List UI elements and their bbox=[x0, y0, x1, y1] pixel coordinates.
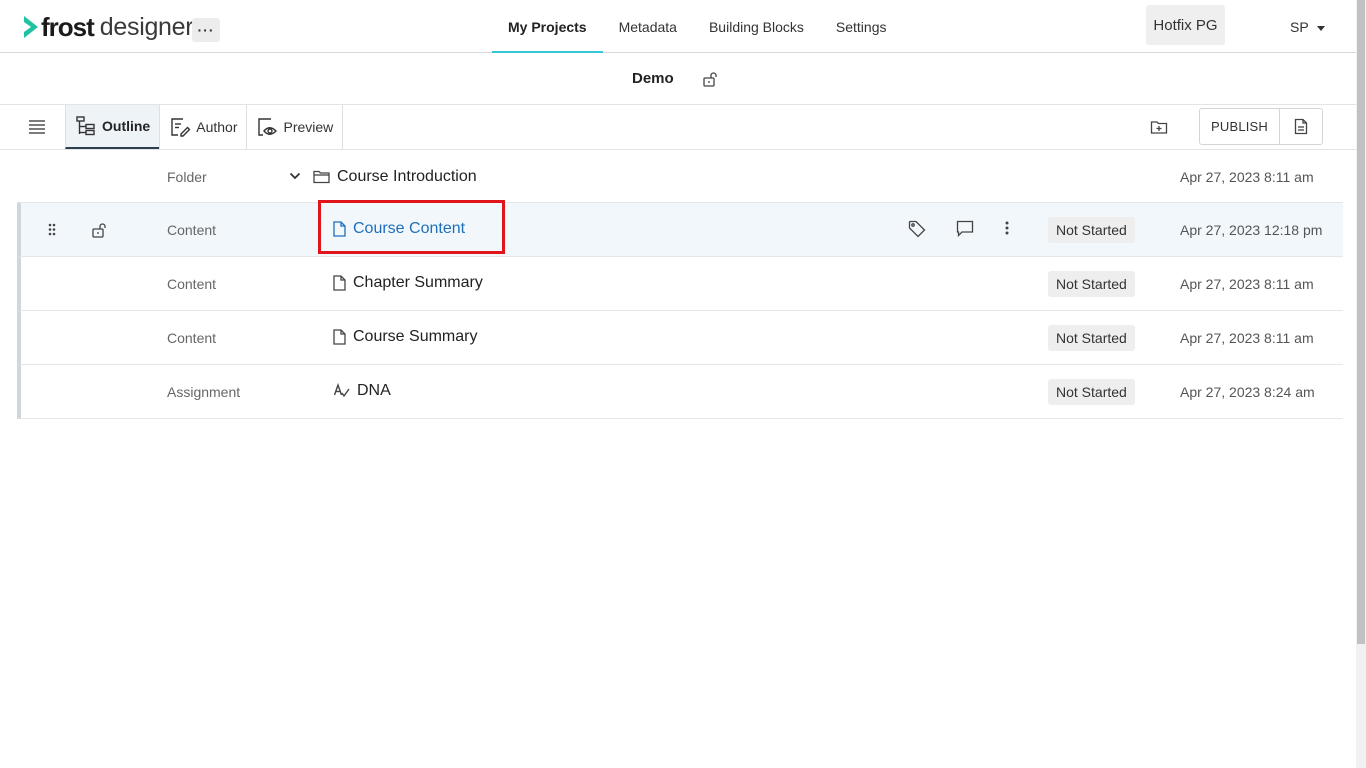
row-type-label: Content bbox=[167, 222, 217, 238]
add-folder-icon[interactable] bbox=[1150, 119, 1168, 140]
caret-down-icon bbox=[1316, 25, 1325, 31]
logo-text-frost: frost bbox=[41, 12, 95, 42]
user-initials: SP bbox=[1290, 19, 1309, 35]
project-title: Demo bbox=[632, 70, 674, 87]
row-type-label: Assignment bbox=[167, 384, 241, 400]
tag-icon[interactable] bbox=[908, 220, 926, 241]
outline-item-row[interactable]: Content Chapter Summary Not Started Apr … bbox=[17, 257, 1343, 311]
editor-toolbar: Outline Author Preview PUBLISH bbox=[0, 105, 1356, 150]
publish-group: PUBLISH bbox=[1199, 108, 1323, 145]
status-badge: Not Started bbox=[1048, 379, 1135, 405]
tab-preview-label: Preview bbox=[283, 119, 334, 135]
main-nav: My Projects Metadata Building Blocks Set… bbox=[492, 0, 903, 53]
row-name[interactable]: Course Introduction bbox=[313, 168, 477, 186]
row-type-label: Folder bbox=[167, 169, 207, 185]
row-date: Apr 27, 2023 12:18 pm bbox=[1180, 222, 1323, 238]
highlight-annotation-box bbox=[318, 200, 505, 254]
drag-handle-icon[interactable] bbox=[48, 223, 56, 239]
row-actions bbox=[908, 220, 1040, 241]
logo-text-designer: designer bbox=[99, 13, 194, 41]
kebab-menu-icon[interactable] bbox=[1004, 220, 1010, 241]
tab-preview[interactable]: Preview bbox=[246, 105, 344, 149]
outline-tree-icon bbox=[76, 116, 95, 136]
status-badge: Not Started bbox=[1048, 325, 1135, 351]
outline-list: Folder Course Introduction Apr 27, 2023 … bbox=[17, 150, 1343, 419]
row-date: Apr 27, 2023 8:11 am bbox=[1180, 330, 1314, 346]
project-title-bar: Demo bbox=[0, 53, 1356, 105]
document-icon bbox=[1294, 118, 1308, 135]
user-menu[interactable]: SP bbox=[1290, 19, 1325, 35]
page-icon bbox=[333, 275, 346, 291]
nav-settings[interactable]: Settings bbox=[820, 0, 903, 53]
row-name[interactable]: Course Summary bbox=[333, 328, 477, 346]
hamburger-menu-icon[interactable] bbox=[28, 119, 46, 140]
row-name[interactable]: DNA bbox=[333, 382, 391, 400]
status-badge: Not Started bbox=[1048, 271, 1135, 297]
tab-author-label: Author bbox=[196, 119, 238, 135]
tab-outline[interactable]: Outline bbox=[65, 105, 160, 149]
row-date: Apr 27, 2023 8:24 am bbox=[1180, 384, 1315, 400]
frost-designer-logo[interactable]: frost designer bbox=[22, 12, 194, 42]
row-name[interactable]: Chapter Summary bbox=[333, 274, 483, 292]
row-type-label: Content bbox=[167, 330, 217, 346]
row-date: Apr 27, 2023 8:11 am bbox=[1180, 169, 1314, 185]
environment-chip[interactable]: Hotfix PG bbox=[1146, 5, 1225, 45]
view-tabs: Outline Author Preview bbox=[65, 105, 344, 149]
assignment-icon bbox=[333, 383, 350, 398]
folder-icon bbox=[313, 170, 330, 184]
outline-item-row[interactable]: Content Course Content Not Started Apr 2… bbox=[17, 200, 1343, 257]
row-name-text: Course Summary bbox=[353, 328, 478, 345]
nav-my-projects[interactable]: My Projects bbox=[492, 0, 603, 53]
row-name-text: Course Introduction bbox=[337, 168, 477, 185]
outline-folder-row[interactable]: Folder Course Introduction Apr 27, 2023 … bbox=[17, 150, 1343, 203]
tab-outline-label: Outline bbox=[102, 118, 151, 134]
more-options-button[interactable]: ··· bbox=[192, 18, 220, 42]
outline-item-row[interactable]: Assignment DNA Not Started Apr 27, 2023 … bbox=[17, 365, 1343, 419]
unlock-icon[interactable] bbox=[702, 71, 718, 92]
page-scrollbar[interactable] bbox=[1356, 0, 1366, 768]
document-button[interactable] bbox=[1280, 109, 1322, 144]
unlock-icon[interactable] bbox=[91, 222, 107, 241]
row-name-text: DNA bbox=[357, 382, 391, 399]
nav-metadata[interactable]: Metadata bbox=[603, 0, 693, 53]
row-name-text: Chapter Summary bbox=[353, 274, 483, 291]
preview-eye-icon bbox=[258, 118, 278, 136]
page-icon bbox=[333, 329, 346, 345]
comment-icon[interactable] bbox=[956, 220, 974, 241]
tab-author[interactable]: Author bbox=[159, 105, 246, 149]
top-navbar: frost designer ··· My Projects Metadata … bbox=[0, 0, 1356, 53]
chevron-down-icon[interactable] bbox=[288, 169, 302, 186]
status-badge: Not Started bbox=[1048, 217, 1135, 243]
scrollbar-thumb[interactable] bbox=[1357, 0, 1365, 644]
nav-building-blocks[interactable]: Building Blocks bbox=[693, 0, 820, 53]
publish-button[interactable]: PUBLISH bbox=[1200, 109, 1280, 144]
outline-item-row[interactable]: Content Course Summary Not Started Apr 2… bbox=[17, 311, 1343, 365]
frost-chevron-logo-icon bbox=[24, 16, 38, 38]
row-date: Apr 27, 2023 8:11 am bbox=[1180, 276, 1314, 292]
author-edit-icon bbox=[171, 118, 191, 137]
row-type-label: Content bbox=[167, 276, 217, 292]
